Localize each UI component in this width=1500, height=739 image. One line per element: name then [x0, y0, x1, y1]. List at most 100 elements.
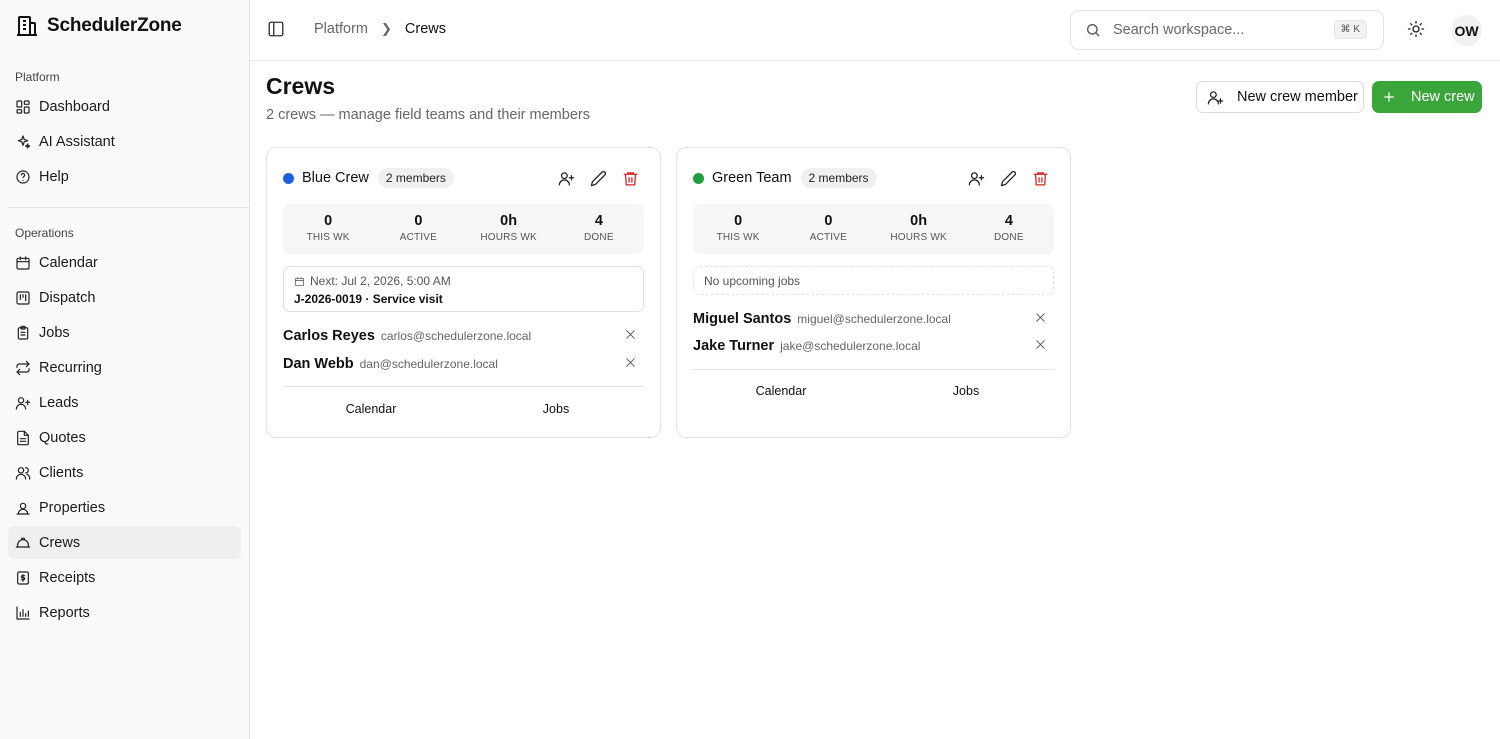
- sidebar-item-label: Jobs: [39, 324, 70, 341]
- sidebar-item-label: Crews: [39, 534, 81, 551]
- sidebar-item-leads[interactable]: Leads: [8, 386, 241, 419]
- add-member-button[interactable]: [966, 168, 986, 188]
- stat-value: 0: [824, 213, 833, 229]
- sidebar-item-calendar[interactable]: Calendar: [8, 246, 241, 279]
- stat-value: 0h: [500, 213, 518, 229]
- add-member-button[interactable]: [556, 168, 576, 188]
- sidebar-item-jobs[interactable]: Jobs: [8, 316, 241, 349]
- remove-member-button[interactable]: [1034, 311, 1050, 327]
- stat-hours-week: 0h HOURS WK: [464, 204, 554, 254]
- page-title: Crews: [266, 73, 336, 99]
- nav-operations: Calendar Dispatch Jobs Recurring Leads Q…: [0, 246, 249, 629]
- stat-done: 4 DONE: [554, 204, 644, 254]
- new-crew-member-button[interactable]: New crew member: [1196, 81, 1364, 113]
- crew-calendar-link[interactable]: Calendar: [721, 384, 841, 398]
- dashboard-icon: [16, 99, 30, 114]
- panel-left-icon: [268, 21, 284, 37]
- user-plus-icon: [1207, 90, 1224, 105]
- group-label-operations: Operations: [15, 226, 74, 240]
- crew-jobs-link[interactable]: Jobs: [496, 402, 616, 416]
- stat-value: 0: [324, 213, 333, 229]
- clipboard-icon: [17, 325, 29, 340]
- stat-label: ACTIVE: [399, 232, 438, 243]
- sidebar-item-label: Help: [39, 168, 69, 185]
- sidebar-item-reports[interactable]: Reports: [8, 596, 241, 629]
- map-pin-user-icon: [16, 502, 30, 515]
- crew-member-row: Miguel Santos miguel@schedulerzone.local: [693, 309, 1054, 329]
- delete-crew-button[interactable]: [1030, 168, 1050, 188]
- remove-member-button[interactable]: [624, 356, 640, 372]
- calendar-icon: [16, 255, 30, 270]
- stat-done: 4 DONE: [964, 204, 1054, 254]
- crew-card-blue-crew: Blue Crew 2 members 0 THIS WK 0 ACTIVE 0h H…: [266, 147, 661, 438]
- avatar[interactable]: OW: [1451, 15, 1482, 46]
- sidebar-item-label: Properties: [39, 499, 106, 516]
- member-email: dan@schedulerzone.local: [359, 357, 498, 371]
- sidebar-item-help[interactable]: Help: [8, 160, 241, 193]
- delete-crew-button[interactable]: [620, 168, 640, 188]
- theme-toggle-button[interactable]: [1407, 20, 1427, 40]
- crew-card-header: Blue Crew 2 members: [283, 168, 454, 188]
- stat-this-week: 0 THIS WK: [693, 204, 783, 254]
- app-root: SchedulerZone Platform Dashboard AI Assi…: [0, 0, 1500, 739]
- crew-stats: 0 THIS WK 0 ACTIVE 0h HOURS WK 4 DONE: [693, 204, 1054, 254]
- card-divider: [283, 386, 644, 387]
- edit-crew-button[interactable]: [998, 168, 1018, 188]
- kanban-icon: [16, 290, 30, 305]
- sidebar-item-dashboard[interactable]: Dashboard: [8, 90, 241, 123]
- crew-card-actions: [954, 168, 1050, 188]
- new-crew-label: New crew: [1411, 89, 1475, 105]
- breadcrumb-platform[interactable]: Platform: [314, 21, 368, 37]
- search-input[interactable]: [1113, 22, 1328, 38]
- member-count-badge: 2 members: [800, 168, 877, 188]
- stat-active: 0 ACTIVE: [783, 204, 873, 254]
- search-shortcut: ⌘ K: [1333, 20, 1367, 39]
- sidebar-item-label: Quotes: [39, 429, 86, 446]
- stat-this-week: 0 THIS WK: [283, 204, 373, 254]
- member-count-badge: 2 members: [377, 168, 454, 188]
- sidebar-item-clients[interactable]: Clients: [8, 456, 241, 489]
- sidebar-item-label: Reports: [39, 604, 90, 621]
- remove-member-button[interactable]: [624, 328, 640, 344]
- sidebar-item-label: Dashboard: [39, 98, 110, 115]
- crew-jobs-link[interactable]: Jobs: [906, 384, 1026, 398]
- new-crew-member-label: New crew member: [1237, 89, 1358, 105]
- sidebar-item-recurring[interactable]: Recurring: [8, 351, 241, 384]
- crew-card-green-team: Green Team 2 members 0 THIS WK 0 ACTIVE 0h…: [676, 147, 1071, 438]
- crew-stats: 0 THIS WK 0 ACTIVE 0h HOURS WK 4 DONE: [283, 204, 644, 254]
- sidebar-item-label: Clients: [39, 464, 84, 481]
- sidebar-item-quotes[interactable]: Quotes: [8, 421, 241, 454]
- member-name: Jake Turner: [693, 338, 775, 354]
- stat-label: THIS WK: [306, 232, 350, 243]
- new-crew-button[interactable]: New crew: [1372, 81, 1482, 113]
- sidebar-item-receipts[interactable]: Receipts: [8, 561, 241, 594]
- crew-name: Green Team: [712, 170, 792, 186]
- bar-chart-icon: [16, 605, 30, 620]
- close-icon: [1036, 340, 1045, 349]
- remove-member-button[interactable]: [1034, 338, 1050, 354]
- crew-color-dot: [283, 172, 294, 184]
- sidebar-item-properties[interactable]: Properties: [8, 491, 241, 524]
- search-box[interactable]: ⌘ K: [1070, 10, 1384, 50]
- crew-card-actions: [544, 168, 640, 188]
- sidebar-item-ai-assistant[interactable]: AI Assistant: [8, 125, 241, 158]
- hard-hat-icon: [15, 537, 31, 548]
- crew-calendar-link[interactable]: Calendar: [311, 402, 431, 416]
- member-name: Miguel Santos: [693, 311, 792, 327]
- search-icon: [1087, 24, 1100, 37]
- crew-name: Blue Crew: [302, 170, 369, 186]
- edit-crew-button[interactable]: [588, 168, 608, 188]
- next-job-box[interactable]: Next: Jul 2, 2026, 5:00 AM J-2026-0019 ·…: [283, 266, 644, 312]
- sidebar-item-label: Leads: [39, 394, 79, 411]
- stat-label: DONE: [584, 232, 614, 243]
- next-job-time: Next: Jul 2, 2026, 5:00 AM: [310, 274, 451, 288]
- brand[interactable]: SchedulerZone: [0, 0, 249, 52]
- trash-icon: [1032, 171, 1048, 186]
- stat-value: 0: [414, 213, 423, 229]
- close-icon: [626, 330, 635, 339]
- next-job-title: J-2026-0019 · Service visit: [294, 292, 443, 306]
- sidebar-toggle-button[interactable]: [267, 20, 287, 40]
- sidebar-item-dispatch[interactable]: Dispatch: [8, 281, 241, 314]
- pencil-icon: [1000, 170, 1016, 186]
- sidebar-item-crews[interactable]: Crews: [8, 526, 241, 559]
